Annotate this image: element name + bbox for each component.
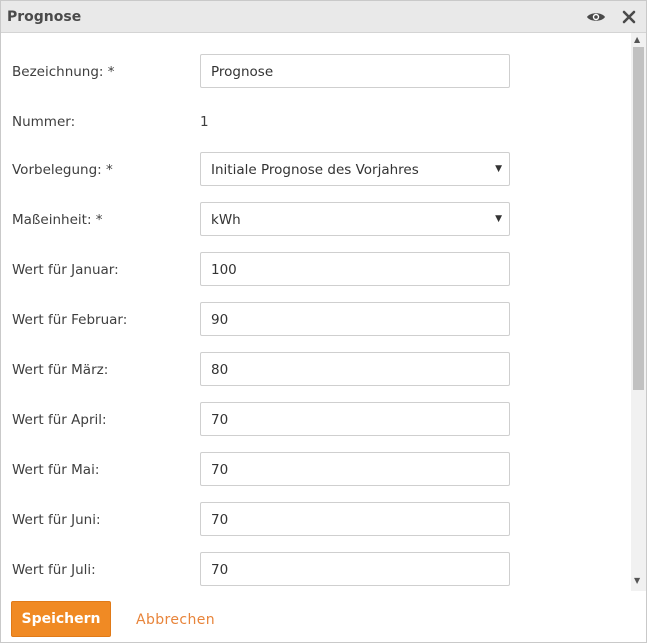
- cancel-link[interactable]: Abbrechen: [136, 612, 215, 628]
- row-juni: Wert für Juni: 70: [1, 502, 631, 538]
- bezeichnung-value: Prognose: [211, 64, 274, 80]
- februar-label: Wert für Februar:: [12, 312, 128, 328]
- juli-value: 70: [211, 562, 229, 578]
- juni-label: Wert für Juni:: [12, 512, 101, 528]
- mai-input[interactable]: 70: [200, 452, 510, 486]
- juli-label: Wert für Juli:: [12, 562, 96, 578]
- row-april: Wert für April: 70: [1, 402, 631, 438]
- nummer-value: 1: [200, 114, 209, 130]
- januar-value: 100: [211, 262, 237, 278]
- dropdown-arrow-icon: ▼: [495, 164, 502, 174]
- scroll-up-icon[interactable]: ▲: [634, 35, 640, 44]
- dropdown-arrow-icon: ▼: [495, 214, 502, 224]
- row-masseinheit: Maßeinheit: * kWh ▼: [1, 202, 631, 238]
- row-maerz: Wert für März: 80: [1, 352, 631, 388]
- dialog-footer: Speichern Abbrechen: [1, 591, 646, 642]
- form-content: Bezeichnung: * Prognose Nummer: 1 Vorbel…: [1, 33, 631, 591]
- vorbelegung-select[interactable]: Initiale Prognose des Vorjahres ▼: [200, 152, 510, 186]
- vorbelegung-label: Vorbelegung: *: [12, 162, 113, 178]
- vertical-scrollbar[interactable]: ▲ ▼: [631, 33, 646, 591]
- februar-input[interactable]: 90: [200, 302, 510, 336]
- prognose-dialog: Prognose Bezeichnung: * Prognose Nummer:…: [0, 0, 647, 643]
- mai-value: 70: [211, 462, 229, 478]
- juni-value: 70: [211, 512, 229, 528]
- dialog-title: Prognose: [7, 9, 82, 25]
- maerz-label: Wert für März:: [12, 362, 109, 378]
- vorbelegung-value: Initiale Prognose des Vorjahres: [211, 162, 419, 178]
- juni-input[interactable]: 70: [200, 502, 510, 536]
- maerz-value: 80: [211, 362, 229, 378]
- bezeichnung-input[interactable]: Prognose: [200, 54, 510, 88]
- masseinheit-value: kWh: [211, 212, 241, 228]
- row-mai: Wert für Mai: 70: [1, 452, 631, 488]
- mai-label: Wert für Mai:: [12, 462, 100, 478]
- close-icon[interactable]: [621, 9, 637, 25]
- januar-label: Wert für Januar:: [12, 262, 119, 278]
- row-vorbelegung: Vorbelegung: * Initiale Prognose des Vor…: [1, 152, 631, 188]
- row-nummer: Nummer: 1: [1, 104, 631, 140]
- masseinheit-select[interactable]: kWh ▼: [200, 202, 510, 236]
- eye-icon[interactable]: [586, 9, 606, 25]
- januar-input[interactable]: 100: [200, 252, 510, 286]
- juli-input[interactable]: 70: [200, 552, 510, 586]
- scroll-down-icon[interactable]: ▼: [634, 576, 640, 585]
- masseinheit-label: Maßeinheit: *: [12, 212, 103, 228]
- april-label: Wert für April:: [12, 412, 107, 428]
- april-input[interactable]: 70: [200, 402, 510, 436]
- maerz-input[interactable]: 80: [200, 352, 510, 386]
- scrollbar-thumb[interactable]: [633, 47, 644, 390]
- april-value: 70: [211, 412, 229, 428]
- februar-value: 90: [211, 312, 229, 328]
- bezeichnung-label: Bezeichnung: *: [12, 64, 115, 80]
- row-januar: Wert für Januar: 100: [1, 252, 631, 288]
- save-button[interactable]: Speichern: [11, 601, 111, 637]
- dialog-titlebar: Prognose: [1, 1, 646, 33]
- row-juli: Wert für Juli: 70: [1, 552, 631, 588]
- nummer-label: Nummer:: [12, 114, 76, 130]
- row-februar: Wert für Februar: 90: [1, 302, 631, 338]
- row-bezeichnung: Bezeichnung: * Prognose: [1, 54, 631, 90]
